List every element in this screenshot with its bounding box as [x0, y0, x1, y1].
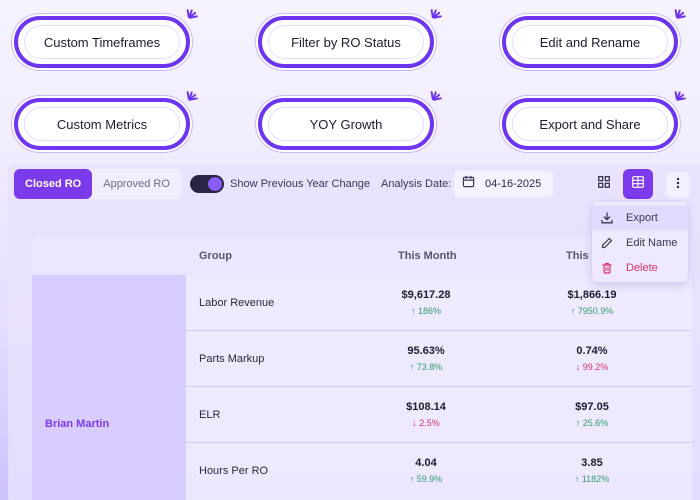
yoy-change: ↑ 7950.9%	[570, 306, 614, 316]
this-month-cell: 4.04 ↑ 59.9%	[366, 457, 486, 484]
analysis-date-value: 04-16-2025	[485, 178, 542, 190]
grid-icon	[598, 175, 610, 193]
menu-item-label: Delete	[626, 261, 658, 274]
trash-icon	[600, 261, 614, 275]
tab-closed-ro[interactable]: Closed RO	[14, 169, 93, 199]
feature-pill-filter-status[interactable]: Filter by RO Status	[258, 8, 443, 72]
table-row: Hours Per RO 4.04 ↑ 59.9% 3.85 ↑ 1182%	[186, 443, 692, 499]
group-cell: Hours Per RO	[199, 465, 269, 477]
metric-value: 4.04	[415, 457, 437, 469]
metric-value: $9,617.28	[401, 289, 451, 301]
table-row: Parts Markup 95.63% ↑ 73.8% 0.74% ↓ 99.2…	[186, 331, 692, 387]
this-week-cell: $97.05 ↑ 25.6%	[532, 401, 652, 428]
group-cell: ELR	[199, 409, 221, 421]
group-cell: Labor Revenue	[199, 297, 275, 309]
feature-pill-custom-timeframes[interactable]: Custom Timeframes	[14, 8, 199, 72]
metric-value: 0.74%	[576, 345, 608, 357]
menu-item-label: Export	[626, 211, 658, 224]
grid-view-button[interactable]	[589, 169, 619, 199]
column-header-this-month[interactable]: This Month	[398, 250, 457, 262]
yoy-change: ↑ 25.6%	[575, 418, 609, 428]
more-options-button[interactable]	[666, 172, 690, 198]
this-month-cell: 95.63% ↑ 73.8%	[366, 345, 486, 372]
tab-approved-ro[interactable]: Approved RO	[92, 169, 181, 199]
metric-value: $108.14	[406, 401, 446, 413]
feature-pill-label: Edit and Rename	[539, 34, 641, 50]
yoy-change: ↑ 73.8%	[409, 362, 443, 372]
previous-year-toggle-label: Show Previous Year Change	[230, 178, 371, 190]
yoy-change: ↑ 186%	[410, 306, 442, 316]
advisor-name[interactable]: Brian Martin	[45, 418, 109, 430]
kebab-menu-icon	[676, 176, 680, 194]
table-icon	[632, 175, 644, 193]
menu-item-export[interactable]: Export	[592, 205, 688, 230]
calendar-icon	[462, 175, 475, 193]
feature-pill-button[interactable]: Custom Metrics	[14, 98, 190, 150]
feature-pill-button[interactable]: Filter by RO Status	[258, 16, 434, 68]
yoy-change: ↑ 59.9%	[409, 474, 443, 484]
metric-value: 95.63%	[407, 345, 445, 357]
menu-item-label: Edit Name	[626, 236, 678, 249]
sparkle-icon	[176, 88, 200, 110]
feature-pill-yoy-growth[interactable]: YOY Growth	[258, 90, 443, 154]
feature-pill-button[interactable]: Export and Share	[502, 98, 678, 150]
this-week-cell: 3.85 ↑ 1182%	[532, 457, 652, 484]
menu-item-edit-name[interactable]: Edit Name	[592, 230, 688, 255]
this-week-cell: 0.74% ↓ 99.2%	[532, 345, 652, 372]
feature-pill-button[interactable]: YOY Growth	[258, 98, 434, 150]
this-month-cell: $108.14 ↓ 2.5%	[366, 401, 486, 428]
feature-pill-button[interactable]: Custom Timeframes	[14, 16, 190, 68]
sparkle-icon	[176, 6, 200, 28]
this-week-cell: $1,866.19 ↑ 7950.9%	[532, 289, 652, 316]
group-cell: Parts Markup	[199, 353, 265, 365]
download-icon	[600, 211, 614, 225]
advisor-cell: Brian Martin	[32, 275, 186, 500]
table-view-button[interactable]	[623, 169, 653, 199]
menu-item-delete[interactable]: Delete	[592, 255, 688, 280]
table-row: Labor Revenue $9,617.28 ↑ 186% $1,866.19…	[186, 275, 692, 331]
metric-value: 3.85	[581, 457, 603, 469]
toggle-knob	[208, 177, 222, 191]
feature-pill-button[interactable]: Edit and Rename	[502, 16, 678, 68]
sparkle-icon	[664, 6, 688, 28]
feature-pill-label: Custom Metrics	[56, 116, 148, 132]
yoy-change: ↑ 1182%	[574, 474, 610, 484]
table-row: ELR $108.14 ↓ 2.5% $97.05 ↑ 25.6%	[186, 387, 692, 443]
metric-value: $97.05	[575, 401, 609, 413]
feature-pill-custom-metrics[interactable]: Custom Metrics	[14, 90, 199, 154]
analysis-date-picker[interactable]: 04-16-2025	[454, 171, 553, 197]
this-month-cell: $9,617.28 ↑ 186%	[366, 289, 486, 316]
feature-pill-edit-rename[interactable]: Edit and Rename	[502, 8, 687, 72]
sparkle-icon	[420, 88, 444, 110]
metric-value: $1,866.19	[567, 289, 617, 301]
feature-pill-label: YOY Growth	[309, 116, 383, 132]
feature-pill-export-share[interactable]: Export and Share	[502, 90, 687, 154]
yoy-change: ↓ 2.5%	[412, 418, 440, 428]
options-dropdown-menu: Export Edit Name Delete	[592, 202, 688, 282]
ro-status-tabs: Closed RO Approved RO	[14, 169, 181, 199]
feature-pill-label: Export and Share	[539, 116, 641, 132]
pencil-icon	[600, 236, 614, 250]
yoy-change: ↓ 99.2%	[575, 362, 609, 372]
feature-pill-label: Custom Timeframes	[43, 34, 161, 50]
previous-year-toggle[interactable]	[190, 175, 224, 193]
analysis-date-label: Analysis Date:	[381, 178, 452, 190]
sparkle-icon	[420, 6, 444, 28]
feature-pill-label: Filter by RO Status	[291, 34, 401, 50]
column-header-group[interactable]: Group	[199, 250, 232, 262]
sparkle-icon	[664, 88, 688, 110]
